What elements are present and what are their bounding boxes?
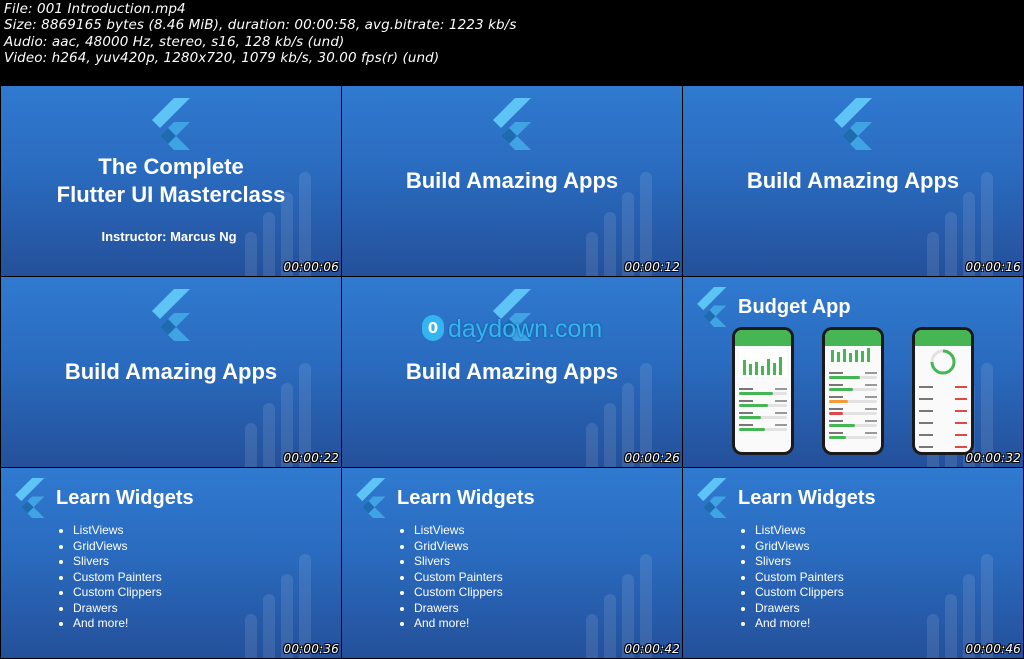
slide-title: Build Amazing Apps bbox=[746, 168, 960, 193]
phone-mockup-budget-detail bbox=[912, 327, 974, 455]
list-item: Slivers bbox=[414, 554, 503, 570]
video-info-line: Video: h264, yuv420p, 1280x720, 1079 kb/… bbox=[4, 50, 440, 66]
instructor-label: Instructor: Marcus Ng bbox=[101, 229, 237, 244]
widget-list: ListViews GridViews Slivers Custom Paint… bbox=[739, 523, 844, 632]
flutter-logo-icon bbox=[697, 478, 727, 518]
audio-info-line: Audio: aac, 48000 Hz, stereo, s16, 128 k… bbox=[4, 34, 345, 50]
course-title-line-1: The Complete bbox=[98, 154, 244, 179]
list-item: And more! bbox=[73, 616, 162, 632]
list-item: GridViews bbox=[414, 539, 503, 555]
flutter-logo-icon bbox=[356, 478, 386, 518]
timestamp: 00:00:06 bbox=[283, 260, 339, 274]
phone-mockup-budget-categories bbox=[822, 327, 884, 455]
thumbnail-build-apps-watermark[interactable]: 0 daydown.com Build Amazing Apps 00:00:2… bbox=[342, 277, 682, 467]
thumbnail-budget-app[interactable]: Budget App 00:00:32 bbox=[683, 277, 1023, 467]
slide-title: Build Amazing Apps bbox=[64, 359, 278, 384]
file-name-line: File: 001 Introduction.mp4 bbox=[4, 1, 186, 17]
list-item: GridViews bbox=[755, 539, 844, 555]
flutter-logo-icon bbox=[834, 98, 872, 150]
list-item: Custom Clippers bbox=[73, 585, 162, 601]
slide-title: Budget App bbox=[738, 296, 851, 318]
timestamp: 00:00:36 bbox=[283, 642, 339, 656]
flutter-logo-icon bbox=[152, 98, 190, 150]
thumbnail-grid: The Complete Flutter UI Masterclass Inst… bbox=[0, 86, 1024, 659]
weekly-spending-chart bbox=[739, 349, 787, 377]
timestamp: 00:00:42 bbox=[624, 642, 680, 656]
flutter-logo-icon bbox=[493, 98, 531, 150]
thumbnail-intro-title[interactable]: The Complete Flutter UI Masterclass Inst… bbox=[1, 86, 341, 276]
flutter-logo-icon bbox=[15, 478, 45, 518]
timestamp: 00:00:16 bbox=[965, 260, 1021, 274]
list-item: Custom Painters bbox=[755, 570, 844, 586]
list-item: ListViews bbox=[73, 523, 162, 539]
list-item: Drawers bbox=[755, 601, 844, 617]
flutter-logo-icon bbox=[152, 289, 190, 341]
mini-bar-chart bbox=[831, 348, 870, 362]
list-item: Custom Painters bbox=[73, 570, 162, 586]
thumbnail-learn-widgets[interactable]: Learn Widgets ListViews GridViews Sliver… bbox=[342, 468, 682, 658]
list-item: ListViews bbox=[755, 523, 844, 539]
thumbnail-build-apps[interactable]: Build Amazing Apps 00:00:12 bbox=[342, 86, 682, 276]
timestamp: 00:00:32 bbox=[965, 451, 1021, 465]
thumbnail-build-apps[interactable]: Build Amazing Apps 00:00:16 bbox=[683, 86, 1023, 276]
list-item: And more! bbox=[414, 616, 503, 632]
slide-title: Learn Widgets bbox=[738, 487, 876, 509]
list-item: Drawers bbox=[73, 601, 162, 617]
slide-title: Build Amazing Apps bbox=[405, 168, 619, 193]
list-item: Slivers bbox=[755, 554, 844, 570]
timestamp: 00:00:22 bbox=[283, 451, 339, 465]
list-item: And more! bbox=[755, 616, 844, 632]
slide-title: Learn Widgets bbox=[56, 487, 194, 509]
phone-mockup-budget-chart bbox=[732, 327, 794, 455]
file-size-line: Size: 8869165 bytes (8.46 MiB), duration… bbox=[4, 17, 517, 33]
timestamp: 00:00:46 bbox=[965, 642, 1021, 656]
media-info-header: File: 001 Introduction.mp4 Size: 8869165… bbox=[0, 0, 1024, 86]
thumbnail-learn-widgets[interactable]: Learn Widgets ListViews GridViews Sliver… bbox=[683, 468, 1023, 658]
list-item: GridViews bbox=[73, 539, 162, 555]
list-item: Custom Clippers bbox=[755, 585, 844, 601]
list-item: Slivers bbox=[73, 554, 162, 570]
widget-list: ListViews GridViews Slivers Custom Paint… bbox=[57, 523, 162, 632]
list-item: Custom Clippers bbox=[414, 585, 503, 601]
slide-title: Build Amazing Apps bbox=[405, 359, 619, 384]
list-item: Custom Painters bbox=[414, 570, 503, 586]
list-item: ListViews bbox=[414, 523, 503, 539]
course-title-line-2: Flutter UI Masterclass bbox=[56, 182, 286, 207]
thumbnail-build-apps[interactable]: Build Amazing Apps 00:00:22 bbox=[1, 277, 341, 467]
timestamp: 00:00:12 bbox=[624, 260, 680, 274]
widget-list: ListViews GridViews Slivers Custom Paint… bbox=[398, 523, 503, 632]
watermark-icon: 0 bbox=[422, 315, 444, 341]
thumbnail-learn-widgets[interactable]: Learn Widgets ListViews GridViews Sliver… bbox=[1, 468, 341, 658]
watermark-text: daydown.com bbox=[448, 315, 603, 343]
flutter-logo-icon bbox=[697, 287, 727, 327]
list-item: Drawers bbox=[414, 601, 503, 617]
timestamp: 00:00:26 bbox=[624, 451, 680, 465]
slide-title: Learn Widgets bbox=[397, 487, 535, 509]
progress-ring bbox=[930, 349, 956, 375]
